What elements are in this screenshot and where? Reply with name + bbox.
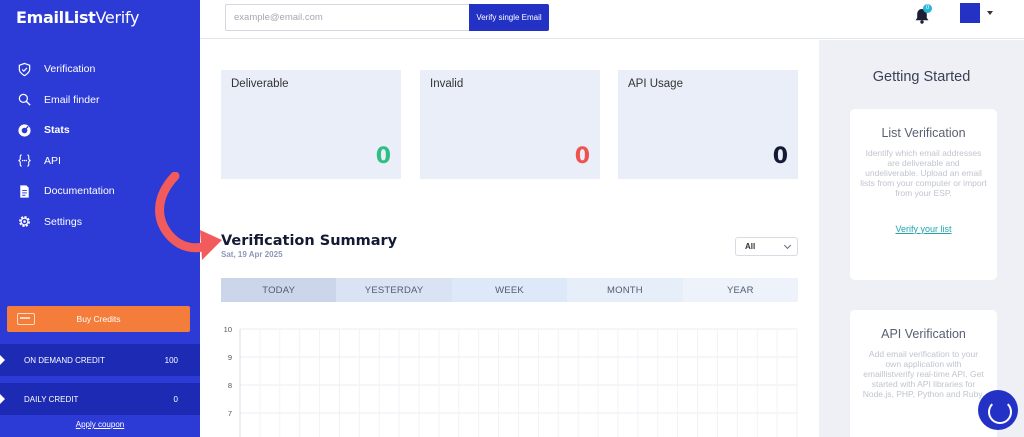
verify-single-email-button[interactable]: Verify single Email [469, 4, 549, 31]
buy-credits-button[interactable]: Buy Credits [7, 306, 190, 332]
main-content: Deliverable 0 Invalid 0 API Usage 0 Veri… [200, 40, 819, 437]
stat-value: 0 [375, 144, 391, 169]
stat-value: 0 [772, 144, 788, 169]
on-demand-credit-row[interactable]: ON DEMAND CREDIT 100 [0, 344, 200, 376]
stat-card-api-usage: API Usage 0 [618, 70, 798, 179]
stat-card-invalid: Invalid 0 [420, 70, 600, 179]
chat-button[interactable] [978, 390, 1018, 430]
sidebar-item-label: Settings [44, 215, 82, 228]
search-icon [16, 92, 32, 108]
credit-name: DAILY CREDIT [24, 394, 79, 404]
y-tick-label: 9 [228, 353, 232, 362]
arrow-annotation [155, 172, 222, 260]
card-description: Add email verification to your own appli… [862, 349, 985, 399]
stat-card-deliverable: Deliverable 0 [221, 70, 401, 179]
filter-select[interactable]: All [735, 237, 798, 256]
buy-credits-label: Buy Credits [76, 314, 121, 324]
stat-title: Invalid [430, 78, 464, 90]
tab-year[interactable]: YEAR [682, 278, 799, 302]
tab-month[interactable]: MONTH [567, 278, 683, 302]
sidebar-item-stats[interactable]: Stats [0, 115, 200, 146]
filter-value: All [745, 242, 756, 251]
sidebar-item-label: Email finder [44, 93, 100, 106]
y-tick-label: 8 [228, 381, 232, 390]
stat-title: Deliverable [231, 78, 289, 90]
caret-right-icon [0, 394, 5, 404]
topbar: Verify single Email 0 [200, 0, 1024, 39]
credit-value: 0 [173, 394, 178, 404]
getting-started-panel: Getting Started List Verification Identi… [819, 40, 1024, 437]
sidebar-item-email-finder[interactable]: Email finder [0, 85, 200, 116]
chevron-down-icon[interactable] [987, 11, 993, 15]
y-tick-label: 7 [228, 409, 232, 418]
getting-started-title: Getting Started [872, 69, 971, 85]
daily-credit-row[interactable]: DAILY CREDIT 0 [0, 383, 200, 415]
sidebar-item-label: Verification [44, 63, 96, 76]
email-input[interactable] [225, 4, 469, 31]
tab-yesterday[interactable]: YESTERDAY [336, 278, 452, 302]
card-title: List Verification [881, 126, 966, 140]
credit-name: ON DEMAND CREDIT [24, 355, 105, 365]
logo[interactable]: EmailListVerify [16, 8, 139, 27]
verification-chart: 10 9 8 7 [224, 325, 798, 437]
stats-icon [16, 122, 32, 138]
caret-right-icon [0, 355, 5, 365]
list-verification-card: List Verification Identify which email a… [850, 109, 997, 280]
sidebar-item-label: API [44, 154, 61, 167]
stat-value: 0 [574, 144, 590, 169]
sidebar-item-label: Documentation [44, 185, 115, 198]
summary-title: Verification Summary [221, 233, 398, 249]
logo-bold: EmailList [16, 8, 96, 27]
tab-week[interactable]: WEEK [451, 278, 568, 302]
shield-check-icon [16, 61, 32, 77]
api-verification-card: API Verification Add email verification … [850, 310, 997, 437]
notifications-button[interactable]: 0 [912, 4, 932, 26]
braces-icon [16, 153, 32, 169]
avatar[interactable] [960, 3, 980, 23]
chevron-down-icon [783, 241, 792, 250]
stat-title: API Usage [628, 78, 683, 90]
credit-value: 100 [164, 355, 178, 365]
summary-date: Sat, 19 Apr 2025 [221, 250, 283, 259]
y-tick-label: 10 [224, 325, 232, 334]
document-icon [16, 183, 32, 199]
card-description: Identify which email addresses are deliv… [860, 148, 987, 198]
notification-badge: 0 [923, 4, 932, 13]
period-tabs: TODAY YESTERDAY WEEK MONTH YEAR [221, 278, 799, 302]
sidebar-item-label: Stats [44, 124, 70, 137]
verify-your-list-link[interactable]: Verify your list [850, 224, 997, 234]
sidebar-item-verification[interactable]: Verification [0, 54, 200, 85]
apply-coupon-link[interactable]: Apply coupon [0, 420, 200, 429]
logo-light: Verify [95, 8, 140, 27]
card-title: API Verification [881, 327, 966, 341]
tab-today[interactable]: TODAY [221, 278, 337, 302]
gear-icon [16, 214, 32, 230]
